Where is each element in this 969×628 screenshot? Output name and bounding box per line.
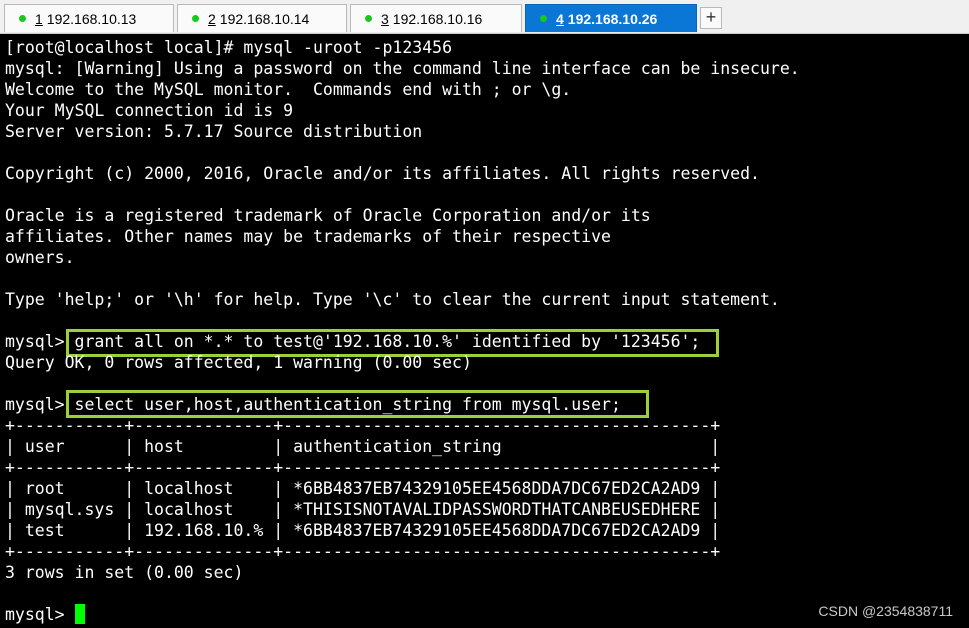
connected-status-icon bbox=[365, 15, 372, 22]
terminal-line: mysql> grant all on *.* to test@'192.168… bbox=[5, 332, 701, 351]
terminal-line: +-----------+--------------+------------… bbox=[5, 542, 721, 561]
tab-number: 4 bbox=[556, 10, 564, 27]
terminal-line: +-----------+--------------+------------… bbox=[5, 458, 721, 477]
terminal-line: | test | 192.168.10.% | *6BB4837EB743291… bbox=[5, 521, 721, 540]
connected-status-icon bbox=[540, 15, 547, 22]
terminal-line: [root@localhost local]# mysql -uroot -p1… bbox=[5, 38, 453, 57]
connected-status-icon bbox=[19, 15, 26, 22]
tab-host: 192.168.10.16 bbox=[392, 10, 483, 27]
terminal-line: mysql: [Warning] Using a password on the… bbox=[5, 59, 800, 78]
terminal-line: mysql> bbox=[5, 605, 75, 624]
tab-host: 192.168.10.26 bbox=[567, 10, 658, 27]
terminal-line: Your MySQL connection id is 9 bbox=[5, 101, 294, 120]
terminal-line: Query OK, 0 rows affected, 1 warning (0.… bbox=[5, 353, 472, 372]
tab-session-1[interactable]: 1 192.168.10.13 bbox=[4, 4, 174, 32]
terminal-line: | root | localhost | *6BB4837EB74329105E… bbox=[5, 479, 721, 498]
tab-number: 1 bbox=[35, 10, 43, 27]
tab-host: 192.168.10.13 bbox=[46, 10, 137, 27]
terminal-line: Copyright (c) 2000, 2016, Oracle and/or … bbox=[5, 164, 760, 183]
terminal-line: mysql> select user,host,authentication_s… bbox=[5, 395, 621, 414]
terminal-line: Server version: 5.7.17 Source distributi… bbox=[5, 122, 423, 141]
watermark: CSDN @2354838711 bbox=[818, 603, 953, 619]
tab-number: 2 bbox=[208, 10, 216, 27]
tab-number: 3 bbox=[381, 10, 389, 27]
tab-session-2[interactable]: 2 192.168.10.14 bbox=[177, 4, 347, 32]
terminal-line: Welcome to the MySQL monitor. Commands e… bbox=[5, 80, 572, 99]
tab-session-3[interactable]: 3 192.168.10.16 bbox=[350, 4, 522, 32]
terminal-line: Type 'help;' or '\h' for help. Type '\c'… bbox=[5, 290, 780, 309]
tab-bar: 1 192.168.10.13 2 192.168.10.14 3 192.16… bbox=[0, 0, 969, 34]
terminal-output[interactable]: [root@localhost local]# mysql -uroot -p1… bbox=[0, 34, 969, 628]
tab-host: 192.168.10.14 bbox=[219, 10, 310, 27]
add-tab-button[interactable]: + bbox=[700, 7, 722, 29]
terminal-line: | mysql.sys | localhost | *THISISNOTAVAL… bbox=[5, 500, 721, 519]
terminal-line: | user | host | authentication_string | bbox=[5, 437, 721, 456]
terminal-line: owners. bbox=[5, 248, 75, 267]
tab-session-4[interactable]: 4 192.168.10.26 bbox=[525, 4, 697, 32]
terminal-cursor bbox=[75, 604, 85, 624]
terminal-line: 3 rows in set (0.00 sec) bbox=[5, 563, 244, 582]
terminal-line: +-----------+--------------+------------… bbox=[5, 416, 721, 435]
terminal-line: Oracle is a registered trademark of Orac… bbox=[5, 206, 651, 225]
connected-status-icon bbox=[192, 15, 199, 22]
terminal-line: affiliates. Other names may be trademark… bbox=[5, 227, 611, 246]
